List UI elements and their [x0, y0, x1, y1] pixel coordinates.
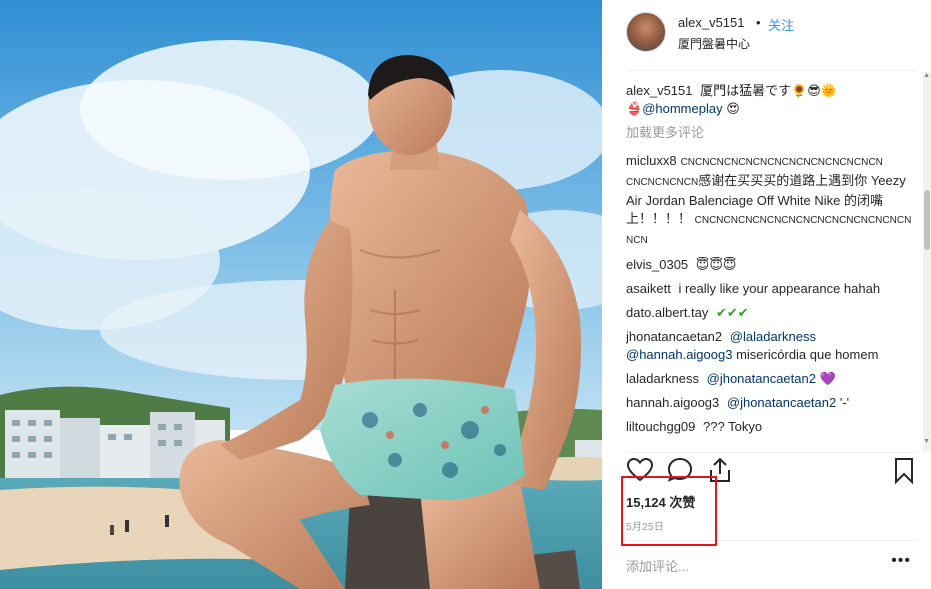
comment-text: 💜	[819, 371, 836, 386]
comment-text: ??? Tokyo	[703, 419, 763, 434]
caption-text: 厦門は猛暑です🌻😎🌞	[700, 83, 838, 98]
comment-mention-2[interactable]: @hannah.aigoog3	[626, 347, 732, 362]
comment-text-small-4: NCN	[626, 235, 648, 246]
load-more-comments-link[interactable]: 加载更多评论	[626, 124, 918, 142]
comment-username[interactable]: laladarkness	[626, 371, 699, 386]
comment-item: liltouchgg09 ??? Tokyo	[626, 418, 918, 436]
comment-text-small: CNCNCNCNCNCNCNCNCNCNCNCNCNCN	[680, 157, 883, 168]
comment-text: misericórdia que homem	[736, 347, 879, 362]
scrollbar-thumb[interactable]	[924, 190, 930, 250]
comment-username[interactable]: asaikett	[626, 281, 671, 296]
scroll-up-arrow-icon[interactable]: ▲	[923, 72, 930, 79]
photo-illustration	[0, 0, 602, 589]
caption-end-emoji: 😍	[726, 101, 740, 116]
comment-text-small-3: CNCNCNCNCNCNCNCNCNCNCNCNCNCNCN	[694, 215, 912, 226]
comment-text: '-'	[839, 395, 850, 410]
comment-mention[interactable]: @jhonatancaetan2	[727, 395, 836, 410]
comment-item: asaikett i really like your appearance h…	[626, 280, 918, 298]
more-options-button[interactable]: •••	[891, 552, 911, 570]
highlight-annotation-box	[621, 476, 717, 546]
comment-username[interactable]: micluxx8	[626, 153, 677, 168]
comment-username[interactable]: hannah.aigoog3	[626, 395, 719, 410]
follow-button[interactable]: 关注	[768, 15, 794, 34]
comment-username[interactable]: elvis_0305	[626, 257, 688, 272]
caption-mention[interactable]: @hommeplay	[642, 101, 722, 116]
comment-username[interactable]: jhonatancaetan2	[626, 329, 722, 344]
comment-text-small-2: CNCNCNCNCN	[626, 177, 699, 188]
comment-text: i really like your appearance hahah	[678, 281, 881, 296]
caption-username[interactable]: alex_v5151	[626, 83, 693, 98]
comments-list: alex_v5151 厦門は猛暑です🌻😎🌞 👙@hommeplay 😍 加载更多…	[626, 82, 918, 450]
comment-text-2: 上！！！！	[626, 211, 692, 226]
comment-item: elvis_0305 😇😇😇	[626, 256, 918, 274]
post-photo[interactable]	[0, 0, 602, 589]
comment-mention[interactable]: @jhonatancaetan2	[707, 371, 816, 386]
author-username[interactable]: alex_v5151	[678, 15, 745, 30]
comment-username[interactable]: dato.albert.tay	[626, 305, 708, 320]
comment-item: laladarkness @jhonatancaetan2 💜	[626, 370, 918, 388]
separator-dot: •	[756, 15, 761, 30]
avatar[interactable]	[626, 12, 666, 52]
caption-emoji: 👙	[626, 101, 643, 116]
actions-divider	[626, 452, 918, 453]
comment-text: ✔✔✔	[716, 305, 749, 320]
caption: alex_v5151 厦門は猛暑です🌻😎🌞 👙@hommeplay 😍	[626, 82, 918, 118]
comment-item: dato.albert.tay ✔✔✔	[626, 304, 918, 322]
comment-item: jhonatancaetan2 @laladarkness @hannah.ai…	[626, 328, 918, 364]
bookmark-icon[interactable]	[890, 456, 918, 484]
comments-scrollbar[interactable]	[923, 72, 931, 452]
location-link[interactable]: 厦門盤暑中心	[678, 35, 750, 52]
comment-text: 😇😇😇	[695, 257, 737, 272]
comment-username[interactable]: liltouchgg09	[626, 419, 695, 434]
post-header: alex_v5151 • 关注 厦門盤暑中心	[626, 12, 918, 56]
comment-item: hannah.aigoog3 @jhonatancaetan2 '-'	[626, 394, 918, 412]
comment-item: micluxx8 CNCNCNCNCNCNCNCNCNCNCNCNCNCN CNC…	[626, 152, 918, 250]
comment-mention[interactable]: @laladarkness	[730, 329, 816, 344]
scroll-down-arrow-icon[interactable]: ▼	[923, 438, 930, 445]
add-comment-input[interactable]: 添加评论...	[626, 556, 689, 575]
header-divider	[626, 70, 918, 71]
